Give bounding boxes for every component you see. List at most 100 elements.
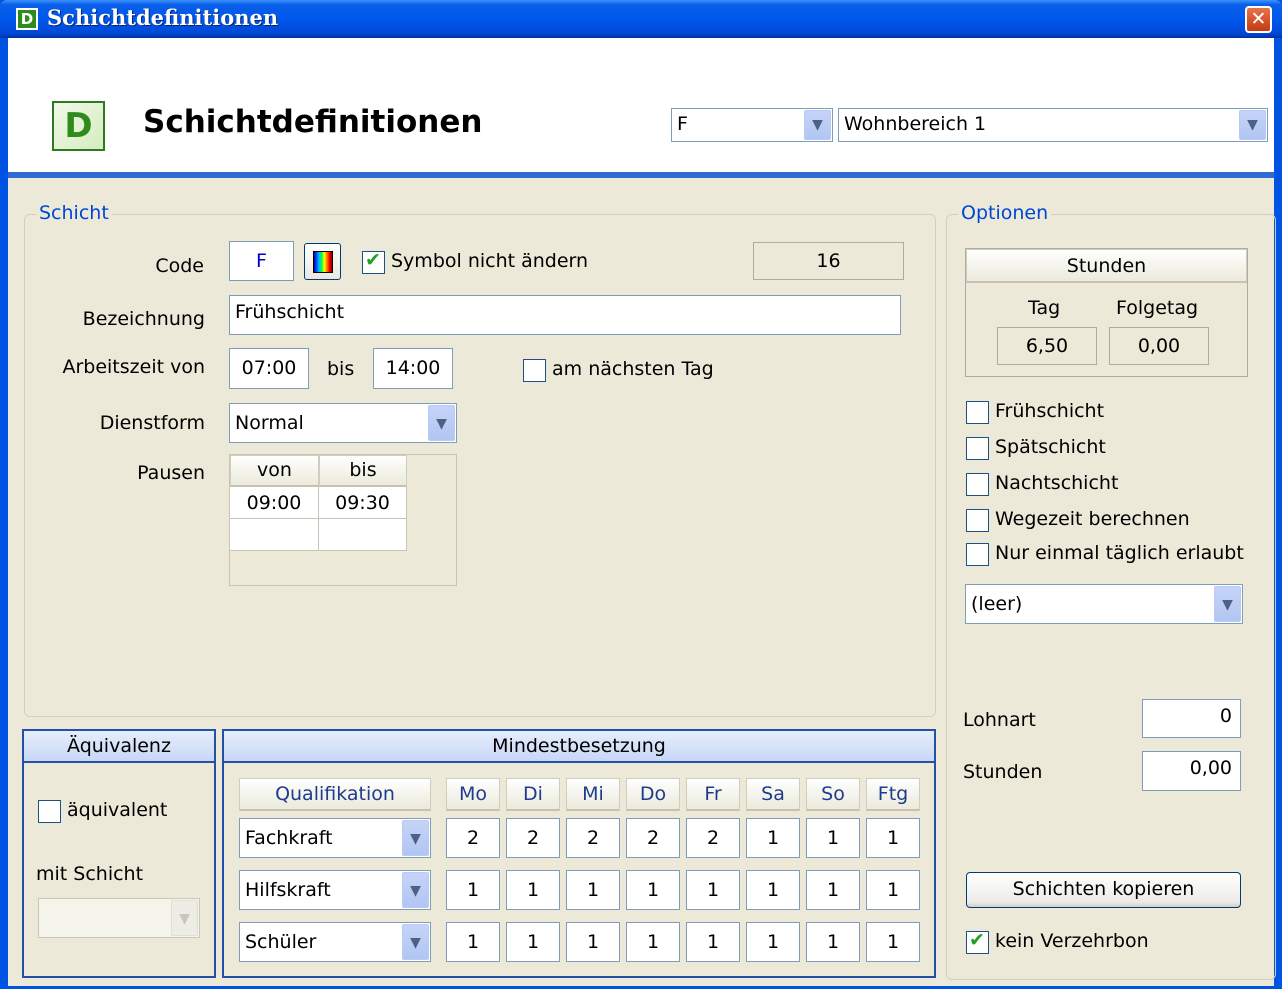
besetzung-cell[interactable]: 1 — [446, 922, 500, 962]
code-label: Code — [155, 255, 204, 277]
dienstform-select[interactable]: Normal ▼ — [229, 403, 457, 443]
pausen-label: Pausen — [137, 462, 205, 484]
dienstform-label: Dienstform — [99, 412, 205, 434]
besetzung-cell[interactable]: 1 — [746, 818, 800, 858]
besetzung-cell[interactable]: 1 — [866, 870, 920, 910]
besetzung-cell[interactable]: 1 — [566, 870, 620, 910]
symbol-checkbox-label: Symbol nicht ändern — [391, 250, 589, 272]
options-select-value: (leer) — [971, 593, 1023, 615]
chevron-down-icon[interactable]: ▼ — [1239, 110, 1266, 140]
day-header-0: Mo — [446, 778, 500, 811]
besetzung-cell[interactable]: 1 — [866, 818, 920, 858]
color-spectrum-icon — [313, 251, 333, 273]
aequivalenz-header: Äquivalenz — [24, 731, 214, 763]
qualifikation-select[interactable]: Hilfskraft ▼ — [239, 870, 431, 910]
shift-code-select[interactable]: F ▼ — [671, 108, 833, 142]
chevron-down-icon[interactable]: ▼ — [804, 110, 831, 140]
shift-number-display: 16 — [753, 242, 904, 280]
besetzung-cell[interactable]: 1 — [506, 870, 560, 910]
spaetschicht-label: Spätschicht — [995, 436, 1106, 458]
pausen-cell[interactable]: 09:30 — [319, 487, 407, 519]
pausen-table: von bis 09:00 09:30 — [229, 454, 457, 586]
qualifikation-select[interactable]: Fachkraft ▼ — [239, 818, 431, 858]
besetzung-cell[interactable]: 1 — [566, 922, 620, 962]
mindestbesetzung-header: Mindestbesetzung — [224, 731, 934, 763]
app-logo-icon: D — [52, 101, 105, 151]
lohnart-label: Lohnart — [963, 709, 1036, 731]
einmal-taeglich-checkbox[interactable] — [966, 543, 989, 566]
besetzung-cell[interactable]: 2 — [626, 818, 680, 858]
day-header-4: Fr — [686, 778, 740, 811]
area-select-value: Wohnbereich 1 — [844, 113, 987, 135]
code-input[interactable]: F — [229, 241, 294, 281]
besetzung-cell[interactable]: 1 — [806, 922, 860, 962]
chevron-down-icon[interactable]: ▼ — [402, 872, 429, 908]
qualifikation-select-value: Schüler — [245, 931, 317, 953]
time-from-input[interactable]: 07:00 — [229, 348, 309, 389]
nachtschicht-checkbox[interactable] — [966, 473, 989, 496]
besetzung-cell[interactable]: 1 — [866, 922, 920, 962]
verzehrbon-checkbox[interactable] — [966, 929, 989, 954]
besetzung-cell[interactable]: 1 — [686, 870, 740, 910]
chevron-down-icon[interactable]: ▼ — [171, 900, 198, 936]
qualifikation-select[interactable]: Schüler ▼ — [239, 922, 431, 962]
chevron-down-icon[interactable]: ▼ — [1214, 586, 1241, 622]
besetzung-cell[interactable]: 2 — [446, 818, 500, 858]
besetzung-cell[interactable]: 1 — [806, 818, 860, 858]
wegezeit-label: Wegezeit berechnen — [995, 508, 1190, 530]
chevron-down-icon[interactable]: ▼ — [428, 405, 455, 441]
bezeichnung-label: Bezeichnung — [82, 308, 205, 330]
day-header-6: So — [806, 778, 860, 811]
besetzung-cell[interactable]: 2 — [506, 818, 560, 858]
pausen-cell[interactable] — [319, 519, 407, 551]
stunden-label: Stunden — [963, 761, 1043, 783]
lohnart-input[interactable]: 0 — [1142, 699, 1241, 738]
day-header-7: Ftg — [866, 778, 920, 811]
besetzung-cell[interactable]: 1 — [506, 922, 560, 962]
color-picker-button[interactable] — [304, 243, 341, 280]
besetzung-cell[interactable]: 2 — [566, 818, 620, 858]
besetzung-cell[interactable]: 1 — [626, 870, 680, 910]
besetzung-cell[interactable]: 1 — [626, 922, 680, 962]
spaetschicht-checkbox[interactable] — [966, 437, 989, 460]
next-day-label: am nächsten Tag — [552, 358, 714, 380]
aequivalenz-panel — [22, 729, 216, 978]
mit-schicht-select[interactable]: ▼ — [38, 898, 200, 938]
besetzung-cell[interactable]: 1 — [806, 870, 860, 910]
stunden-header: Stunden — [966, 249, 1247, 283]
wegezeit-checkbox[interactable] — [966, 509, 989, 532]
besetzung-cell[interactable]: 1 — [446, 870, 500, 910]
shift-code-select-value: F — [677, 113, 688, 135]
folgetag-label: Folgetag — [1116, 297, 1199, 319]
schicht-group-label: Schicht — [36, 202, 112, 224]
bis-label: bis — [327, 358, 355, 380]
day-header-2: Mi — [566, 778, 620, 811]
besetzung-cell[interactable]: 1 — [746, 870, 800, 910]
schichten-kopieren-button[interactable]: Schichten kopieren — [966, 872, 1241, 908]
bezeichnung-input[interactable]: Frühschicht — [229, 295, 901, 335]
aequivalent-checkbox[interactable] — [38, 800, 61, 823]
chevron-down-icon[interactable]: ▼ — [402, 924, 429, 960]
dienstform-select-value: Normal — [235, 412, 304, 434]
optionen-group-label: Optionen — [958, 202, 1052, 224]
pausen-cell[interactable]: 09:00 — [230, 487, 319, 519]
options-select[interactable]: (leer) ▼ — [965, 584, 1243, 624]
besetzung-cell[interactable]: 1 — [686, 922, 740, 962]
besetzung-cell[interactable]: 2 — [686, 818, 740, 858]
qualifikation-header: Qualifikation — [239, 778, 431, 811]
area-select[interactable]: Wohnbereich 1 ▼ — [838, 108, 1268, 142]
chevron-down-icon[interactable]: ▼ — [402, 820, 429, 856]
page-title: Schichtdefinitionen — [143, 104, 483, 140]
qualifikation-select-value: Hilfskraft — [245, 879, 331, 901]
title-bar: D Schichtdefinitionen ✕ — [0, 0, 1282, 38]
fruehschicht-checkbox[interactable] — [966, 401, 989, 424]
symbol-checkbox[interactable] — [362, 249, 385, 274]
close-button[interactable]: ✕ — [1245, 6, 1272, 33]
tag-label: Tag — [1028, 297, 1061, 319]
pausen-cell[interactable] — [230, 519, 319, 551]
arbeitszeit-label: Arbeitszeit von — [62, 356, 205, 378]
stunden-input[interactable]: 0,00 — [1142, 751, 1241, 791]
next-day-checkbox[interactable] — [523, 359, 546, 382]
time-to-input[interactable]: 14:00 — [373, 348, 453, 389]
besetzung-cell[interactable]: 1 — [746, 922, 800, 962]
